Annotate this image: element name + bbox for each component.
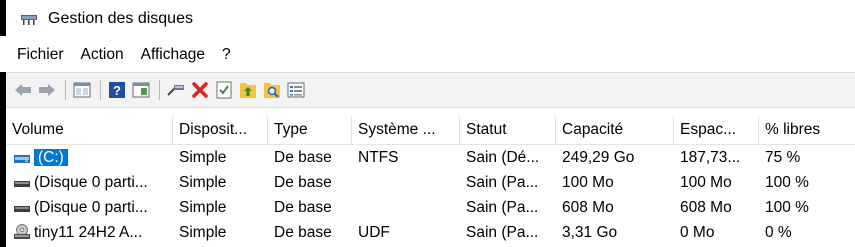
table-row[interactable]: (Disque 0 parti... Simple De base Sain (… xyxy=(6,195,855,220)
toolbar-separator xyxy=(100,80,101,100)
table-header: Volume Disposit... Type Système ... Stat… xyxy=(6,116,855,145)
drive-dark-icon xyxy=(14,202,30,213)
cell-type: De base xyxy=(274,149,332,166)
cell-type: De base xyxy=(274,174,332,191)
volume-table: Volume Disposit... Type Système ... Stat… xyxy=(6,108,855,247)
cell-status: Sain (Pa... xyxy=(466,174,539,191)
header-disposition[interactable]: Disposit... xyxy=(173,116,268,144)
cell-disposition: Simple xyxy=(179,199,227,216)
cell-percent-free: 0 % xyxy=(765,224,792,241)
forward-arrow-icon[interactable] xyxy=(36,79,58,101)
header-percent-free[interactable]: % libres xyxy=(759,116,855,144)
properties-view-icon[interactable] xyxy=(130,79,152,101)
cell-capacity: 100 Mo xyxy=(562,174,614,191)
cell-volume[interactable]: (Disque 0 parti... xyxy=(34,195,148,220)
cell-status: Sain (Pa... xyxy=(466,224,539,241)
cell-free-space: 100 Mo xyxy=(680,174,732,191)
menu-help[interactable]: ? xyxy=(216,46,237,64)
cell-percent-free: 75 % xyxy=(765,149,801,166)
drive-blue-icon xyxy=(14,152,30,163)
header-volume[interactable]: Volume xyxy=(6,116,173,144)
cell-status: Sain (Pa... xyxy=(466,199,539,216)
list-view-icon[interactable] xyxy=(71,79,93,101)
search-folder-icon[interactable] xyxy=(261,79,283,101)
delete-x-icon[interactable] xyxy=(189,79,211,101)
toolbar-separator xyxy=(159,80,160,100)
cell-volume[interactable]: (Disque 0 parti... xyxy=(34,170,148,195)
cell-filesystem: NTFS xyxy=(358,149,399,166)
folder-up-icon[interactable] xyxy=(237,79,259,101)
selected-volume-label[interactable]: (C:) xyxy=(34,149,68,166)
header-free-space[interactable]: Espac... xyxy=(674,116,759,144)
checkmark-doc-icon[interactable] xyxy=(213,79,235,101)
toolbar: ? xyxy=(6,72,855,108)
menu-affichage[interactable]: Affichage xyxy=(135,46,211,64)
cell-percent-free: 100 % xyxy=(765,174,809,191)
window-title: Gestion des disques xyxy=(48,10,193,27)
header-capacity[interactable]: Capacité xyxy=(556,116,674,144)
toolbar-separator xyxy=(65,80,66,100)
cell-capacity: 608 Mo xyxy=(562,199,614,216)
menu-fichier[interactable]: Fichier xyxy=(11,46,70,64)
title-bar: Gestion des disques xyxy=(6,0,855,38)
menu-bar: Fichier Action Affichage ? xyxy=(6,38,855,72)
cell-disposition: Simple xyxy=(179,174,227,191)
cell-filesystem: UDF xyxy=(358,224,390,241)
header-type[interactable]: Type xyxy=(268,116,352,144)
table-row[interactable]: (C:) Simple De base NTFS Sain (Dé... 249… xyxy=(6,145,855,170)
cell-free-space: 0 Mo xyxy=(680,224,715,241)
details-icon[interactable] xyxy=(285,79,307,101)
header-status[interactable]: Statut xyxy=(460,116,556,144)
drive-dark-icon xyxy=(14,177,30,188)
cell-type: De base xyxy=(274,199,332,216)
cd-drive-icon xyxy=(14,224,30,240)
table-row[interactable]: (Disque 0 parti... Simple De base Sain (… xyxy=(6,170,855,195)
cell-disposition: Simple xyxy=(179,149,227,166)
connect-disk-icon[interactable] xyxy=(165,79,187,101)
cell-type: De base xyxy=(274,224,332,241)
header-filesystem[interactable]: Système ... xyxy=(352,116,460,144)
cell-free-space: 187,73... xyxy=(680,149,741,166)
cell-capacity: 249,29 Go xyxy=(562,149,635,166)
help-icon[interactable]: ? xyxy=(106,79,128,101)
cell-volume[interactable]: tiny11 24H2 A... xyxy=(34,220,142,245)
cell-status: Sain (Dé... xyxy=(466,149,540,166)
back-arrow-icon[interactable] xyxy=(12,79,34,101)
cell-free-space: 608 Mo xyxy=(680,199,732,216)
svg-text:?: ? xyxy=(113,83,121,98)
cell-volume[interactable]: (C:) xyxy=(34,145,68,170)
disk-management-icon xyxy=(20,13,38,25)
cell-capacity: 3,31 Go xyxy=(562,224,618,241)
cell-disposition: Simple xyxy=(179,224,227,241)
table-row[interactable]: tiny11 24H2 A... Simple De base UDF Sain… xyxy=(6,220,855,245)
menu-action[interactable]: Action xyxy=(75,46,130,64)
cell-percent-free: 100 % xyxy=(765,199,809,216)
